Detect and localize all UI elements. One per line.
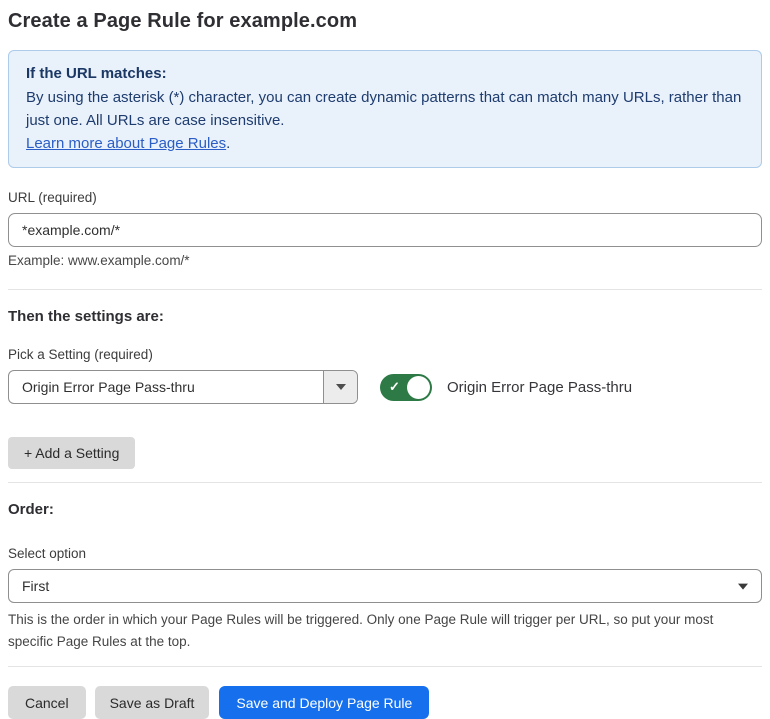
page-rule-form: Create a Page Rule for example.com If th…: [0, 0, 770, 719]
setting-toggle-label: Origin Error Page Pass-thru: [447, 378, 633, 396]
url-input[interactable]: [8, 213, 762, 247]
cancel-button[interactable]: Cancel: [8, 686, 86, 719]
divider: [8, 289, 762, 290]
chevron-down-icon: [738, 583, 748, 590]
order-select[interactable]: First: [8, 569, 762, 603]
url-match-info-box: If the URL matches: By using the asteris…: [8, 50, 762, 168]
url-example-text: Example: www.example.com/*: [8, 253, 190, 268]
url-field-label: URL (required): [8, 190, 97, 205]
check-icon: ✓: [389, 379, 400, 395]
divider: [8, 666, 762, 667]
setting-select-dropdown-button[interactable]: [324, 371, 357, 403]
footer-actions: Cancel Save as Draft Save and Deploy Pag…: [8, 686, 762, 719]
settings-section-heading: Then the settings are:: [8, 308, 164, 325]
setting-select-value: Origin Error Page Pass-thru: [9, 371, 324, 403]
setting-select[interactable]: Origin Error Page Pass-thru: [8, 370, 358, 404]
info-link-suffix: .: [226, 135, 231, 152]
order-select-value: First: [22, 578, 50, 594]
setting-row: Origin Error Page Pass-thru ✓ Origin Err…: [8, 370, 762, 404]
order-help-text: This is the order in which your Page Rul…: [8, 612, 714, 649]
setting-picker-label: Pick a Setting (required): [8, 347, 153, 362]
save-and-deploy-button[interactable]: Save and Deploy Page Rule: [219, 686, 430, 719]
divider: [8, 482, 762, 483]
chevron-down-icon: [335, 384, 346, 390]
order-select-label: Select option: [8, 546, 87, 561]
save-as-draft-button[interactable]: Save as Draft: [94, 686, 210, 719]
info-link-line: Learn more about Page Rules.: [26, 132, 744, 155]
add-setting-button[interactable]: + Add a Setting: [8, 437, 136, 469]
order-section-heading: Order:: [8, 501, 54, 518]
learn-more-link[interactable]: Learn more about Page Rules: [26, 135, 226, 152]
page-title: Create a Page Rule for example.com: [8, 10, 358, 32]
info-box-body: By using the asterisk (*) character, you…: [26, 89, 742, 129]
toggle-knob: [407, 375, 430, 399]
info-box-heading: If the URL matches:: [26, 65, 167, 82]
setting-toggle[interactable]: ✓: [380, 373, 432, 401]
